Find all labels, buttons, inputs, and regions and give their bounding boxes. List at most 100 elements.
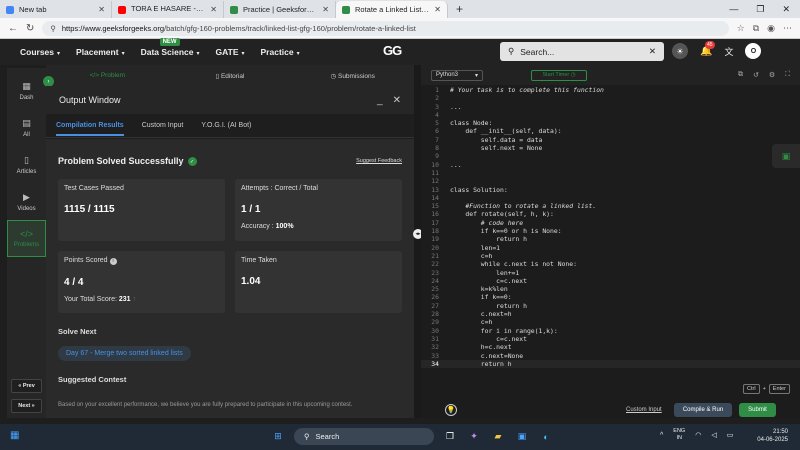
code-line[interactable]: 30 for i in range(1,k):: [421, 327, 800, 335]
code-line[interactable]: 12: [421, 177, 800, 185]
code-line[interactable]: 2: [421, 94, 800, 102]
browser-tab-practice[interactable]: Practice | GeeksforGeeks | A comp✕: [224, 1, 336, 18]
code-line[interactable]: 16 def rotate(self, h, k):: [421, 210, 800, 218]
tab-custom-input[interactable]: Custom Input: [142, 122, 184, 129]
code-line[interactable]: 5 class Node:: [421, 119, 800, 127]
start-timer-button[interactable]: Start Timer ◷: [531, 69, 587, 81]
language-select[interactable]: Python3 ▾: [431, 69, 483, 81]
code-line[interactable]: 23 len+=1: [421, 269, 800, 277]
wifi-icon[interactable]: ◠: [695, 431, 701, 439]
sidebar-item-dash[interactable]: ▦ Dash: [7, 72, 46, 109]
notification-bell-icon[interactable]: 🔔 45: [700, 40, 715, 57]
close-icon[interactable]: ✕: [393, 95, 401, 106]
menu-icon[interactable]: ⋯: [783, 23, 792, 34]
nav-placement[interactable]: Placement ▾: [76, 47, 125, 57]
code-line[interactable]: 4: [421, 111, 800, 119]
star-icon[interactable]: ☆: [737, 23, 745, 34]
code-line[interactable]: 19 return h: [421, 235, 800, 243]
clock[interactable]: 21:50 04-06-2025: [748, 428, 788, 444]
info-icon[interactable]: i: [109, 257, 117, 265]
store-icon[interactable]: ▣: [514, 429, 530, 445]
browser-tab-new[interactable]: New tab ✕: [0, 1, 112, 18]
code-line[interactable]: 26 if k==0:: [421, 293, 800, 301]
tab-yogi-bot[interactable]: Y.O.G.I. (AI Bot): [201, 122, 251, 129]
code-line[interactable]: 6 def __init__(self, data):: [421, 127, 800, 135]
url-field[interactable]: ⚲ https://www.geeksforgeeks.org/batch/gf…: [42, 20, 729, 36]
taskbar-search[interactable]: ⚲ Search: [294, 428, 434, 445]
volume-icon[interactable]: ◁: [711, 431, 716, 439]
code-line[interactable]: 22 while c.next is not None:: [421, 260, 800, 268]
code-line[interactable]: 24 c=c.next: [421, 277, 800, 285]
widgets-icon[interactable]: ▦: [10, 430, 19, 441]
copilot-icon[interactable]: ✦: [466, 429, 482, 445]
tab-problem[interactable]: </> Problem: [46, 72, 169, 79]
chat-icon[interactable]: ▣: [772, 144, 800, 168]
code-line[interactable]: 32 h=c.next: [421, 343, 800, 351]
gfg-logo[interactable]: GG: [383, 43, 402, 58]
nav-courses[interactable]: Courses ▾: [20, 47, 60, 57]
browser-tab-rotate[interactable]: Rotate a Linked List | Practice | Ge✕: [336, 1, 448, 18]
sidebar-item-videos[interactable]: ▶ Videos: [7, 183, 46, 220]
pane-divider[interactable]: [414, 65, 421, 418]
translate-icon[interactable]: 文: [724, 45, 733, 58]
custom-input-link[interactable]: Custom Input: [626, 407, 662, 413]
new-tab-icon[interactable]: +: [448, 2, 471, 16]
reload-icon[interactable]: ↻: [26, 23, 34, 34]
edge-icon[interactable]: ◐: [538, 429, 554, 445]
fullscreen-icon[interactable]: ⛶: [785, 71, 790, 79]
theme-toggle-icon[interactable]: ☀: [672, 43, 688, 59]
code-line[interactable]: 18 if k==0 or h is None:: [421, 227, 800, 235]
battery-icon[interactable]: ▭: [727, 431, 734, 439]
code-line[interactable]: 33 c.next=None: [421, 352, 800, 360]
settings-icon[interactable]: ⚙: [769, 71, 775, 79]
code-line[interactable]: 31 c=c.next: [421, 335, 800, 343]
close-icon[interactable]: ✕: [98, 5, 105, 14]
suggest-feedback-link[interactable]: Suggest Feedback: [356, 158, 402, 164]
tab-editorial[interactable]: ▯ Editorial: [169, 72, 292, 80]
close-icon[interactable]: ✕: [322, 5, 329, 14]
code-line[interactable]: 11: [421, 169, 800, 177]
windows-start-icon[interactable]: ⊞: [270, 429, 286, 445]
next-problem-chip[interactable]: Day 67 - Merge two sorted linked lists: [58, 346, 191, 362]
maximize-icon[interactable]: ❐: [756, 4, 764, 15]
avatar[interactable]: O: [745, 43, 762, 59]
code-line[interactable]: 9: [421, 152, 800, 160]
next-button[interactable]: Next »: [11, 399, 42, 413]
code-line[interactable]: 1 # Your task is to complete this functio…: [421, 86, 800, 94]
minimize-icon[interactable]: _: [377, 95, 383, 106]
close-icon[interactable]: ✕: [434, 5, 441, 14]
submit-button[interactable]: Submit: [739, 403, 776, 417]
sidebar-item-articles[interactable]: ▯ Articles: [7, 146, 46, 183]
prev-button[interactable]: « Prev: [11, 379, 42, 393]
minimize-icon[interactable]: —: [729, 4, 738, 15]
close-icon[interactable]: ✕: [210, 5, 217, 14]
code-line[interactable]: 8 self.next = None: [421, 144, 800, 152]
code-line[interactable]: 7 self.data = data: [421, 136, 800, 144]
code-line[interactable]: 29 c=h: [421, 318, 800, 326]
nav-gate[interactable]: GATE ▾: [216, 47, 245, 57]
copy-icon[interactable]: ⧉: [738, 71, 743, 79]
sidebar-item-problems[interactable]: </> Problems: [7, 220, 46, 257]
browser-tab-youtube[interactable]: TORA E HASARE - হাসির না ভো✕: [112, 1, 224, 18]
code-line[interactable]: 14: [421, 194, 800, 202]
chevron-up-icon[interactable]: ^: [660, 432, 663, 439]
code-line[interactable]: 17 # code here: [421, 219, 800, 227]
task-view-icon[interactable]: ❐: [442, 429, 458, 445]
code-line[interactable]: 20 len=1: [421, 244, 800, 252]
close-window-icon[interactable]: ✕: [782, 4, 790, 15]
tab-submissions[interactable]: ◷ Submissions: [291, 72, 414, 80]
back-icon[interactable]: ←: [8, 23, 18, 34]
code-line[interactable]: 25 k=k%len: [421, 285, 800, 293]
nav-practice[interactable]: Practice ▾: [261, 47, 300, 57]
code-line[interactable]: 34 return h: [421, 359, 800, 369]
site-search[interactable]: ⚲ Search... ✕: [500, 42, 664, 61]
reset-icon[interactable]: ↺: [753, 71, 759, 79]
extensions-icon[interactable]: ⧉: [753, 23, 759, 34]
nav-data-science[interactable]: NEW Data Science ▾: [141, 38, 200, 57]
code-line[interactable]: 21 c=h: [421, 252, 800, 260]
code-line[interactable]: 27 return h: [421, 302, 800, 310]
profile-icon[interactable]: ◉: [767, 23, 775, 34]
compile-run-button[interactable]: Compile & Run: [674, 403, 732, 417]
file-explorer-icon[interactable]: ▰: [490, 429, 506, 445]
code-area[interactable]: 1 # Your task is to complete this functio…: [421, 86, 800, 369]
